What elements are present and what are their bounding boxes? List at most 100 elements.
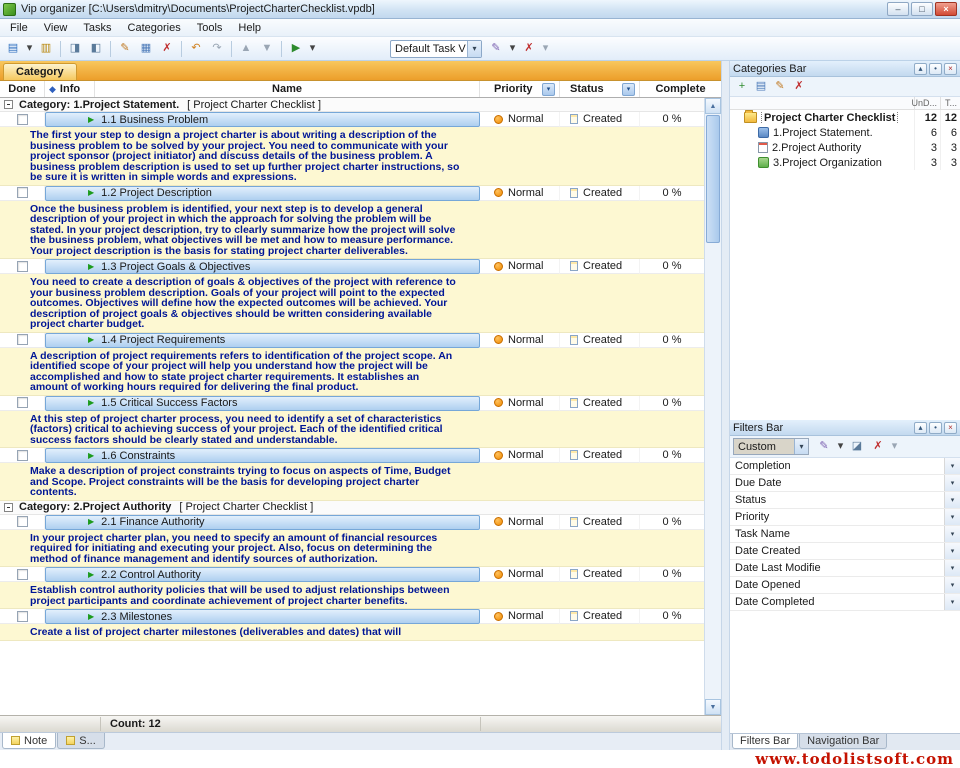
- tree-item[interactable]: 2.Project Authority 3 3: [730, 140, 960, 155]
- status-cell[interactable]: Created: [560, 515, 640, 530]
- pin-icon[interactable]: •: [929, 422, 942, 434]
- maximize-icon[interactable]: □: [911, 2, 933, 16]
- status-cell[interactable]: Created: [560, 396, 640, 411]
- task-checkbox[interactable]: [17, 516, 28, 527]
- task-name-bar[interactable]: ▶ 1.2 Project Description: [45, 186, 480, 201]
- filter-row-status[interactable]: Status ▾: [730, 492, 960, 509]
- filter-row-completion[interactable]: Completion ▾: [730, 458, 960, 475]
- category-group-row[interactable]: Category: 1.Project Statement. [ Project…: [0, 98, 704, 112]
- status-cell[interactable]: Created: [560, 259, 640, 274]
- task-checkbox[interactable]: [17, 611, 28, 622]
- filter-dropdown-icon[interactable]: ▾: [944, 475, 960, 491]
- collapse-icon[interactable]: ▴: [914, 63, 927, 75]
- filter-dropdown-icon[interactable]: ▾: [944, 492, 960, 508]
- scrollbar-thumb[interactable]: [706, 115, 720, 243]
- task-row[interactable]: ▶ 1.4 Project Requirements Normal Create…: [0, 333, 704, 348]
- clear-filter-icon[interactable]: ◪: [847, 437, 867, 456]
- panel-splitter[interactable]: [722, 61, 729, 750]
- status-cell[interactable]: Created: [560, 567, 640, 582]
- column-done[interactable]: Done: [0, 81, 45, 97]
- pin-icon[interactable]: •: [929, 63, 942, 75]
- status-cell[interactable]: Created: [560, 448, 640, 463]
- filter-dropdown-icon[interactable]: ▾: [944, 526, 960, 542]
- filter-row-date-completed[interactable]: Date Completed ▾: [730, 594, 960, 611]
- delete-filter-icon[interactable]: ✗: [868, 437, 888, 456]
- filter-dropdown-icon[interactable]: ▾: [944, 560, 960, 576]
- close-icon[interactable]: ×: [944, 63, 957, 75]
- new-task-dropdown-icon[interactable]: ▾: [24, 39, 35, 58]
- edit-filter-dropdown-icon[interactable]: ▾: [835, 437, 846, 456]
- task-name-bar[interactable]: ▶ 2.1 Finance Authority: [45, 515, 480, 530]
- task-checkbox[interactable]: [17, 397, 28, 408]
- print-preview-icon[interactable]: ◧: [86, 39, 106, 58]
- column-priority[interactable]: Priority▾: [480, 81, 560, 97]
- column-total[interactable]: T...: [940, 97, 960, 109]
- new-note-icon[interactable]: ▥: [36, 39, 56, 58]
- tab-navigation-bar[interactable]: Navigation Bar: [799, 734, 887, 749]
- column-name[interactable]: Name: [95, 81, 480, 97]
- task-name-bar[interactable]: ▶ 1.3 Project Goals & Objectives: [45, 259, 480, 274]
- task-row[interactable]: ▶ 2.3 Milestones Normal Created 0 %: [0, 609, 704, 624]
- filter-row-due-date[interactable]: Due Date ▾: [730, 475, 960, 492]
- filter-row-task-name[interactable]: Task Name ▾: [730, 526, 960, 543]
- status-cell[interactable]: Created: [560, 112, 640, 127]
- task-name-bar[interactable]: ▶ 2.3 Milestones: [45, 609, 480, 624]
- tab-category[interactable]: Category: [3, 63, 77, 80]
- filter-row-priority[interactable]: Priority ▾: [730, 509, 960, 526]
- filter-preset-dropdown-icon[interactable]: ▾: [794, 439, 808, 454]
- task-row[interactable]: ▶ 2.1 Finance Authority Normal Created 0…: [0, 515, 704, 530]
- task-name-bar[interactable]: ▶ 1.1 Business Problem: [45, 112, 480, 127]
- combo-dropdown-icon[interactable]: ▾: [467, 41, 481, 57]
- task-name-bar[interactable]: ▶ 1.6 Constraints: [45, 448, 480, 463]
- priority-cell[interactable]: Normal: [480, 515, 560, 530]
- tab-note[interactable]: Note: [2, 733, 56, 749]
- column-undone[interactable]: UnD...: [914, 97, 940, 109]
- filter-dropdown-icon[interactable]: ▾: [944, 458, 960, 474]
- tab-s[interactable]: S...: [57, 733, 105, 749]
- task-row[interactable]: ▶ 1.5 Critical Success Factors Normal Cr…: [0, 396, 704, 411]
- status-cell[interactable]: Created: [560, 609, 640, 624]
- collapse-group-icon[interactable]: [4, 100, 13, 109]
- priority-cell[interactable]: Normal: [480, 609, 560, 624]
- priority-cell[interactable]: Normal: [480, 186, 560, 201]
- task-row[interactable]: ▶ 1.3 Project Goals & Objectives Normal …: [0, 259, 704, 274]
- filter-dropdown-icon[interactable]: ▾: [944, 577, 960, 593]
- column-info[interactable]: ◆Info: [45, 81, 95, 97]
- scroll-down-button[interactable]: ▼: [705, 699, 721, 715]
- status-filter-dropdown-icon[interactable]: ▾: [622, 83, 635, 96]
- filter-dropdown-icon[interactable]: ▾: [944, 594, 960, 610]
- task-checkbox[interactable]: [17, 187, 28, 198]
- task-row[interactable]: ▶ 2.2 Control Authority Normal Created 0…: [0, 567, 704, 582]
- new-task-icon[interactable]: ▤: [3, 39, 23, 58]
- minimize-icon[interactable]: –: [887, 2, 909, 16]
- task-checkbox[interactable]: [17, 450, 28, 461]
- priority-cell[interactable]: Normal: [480, 259, 560, 274]
- menu-tasks[interactable]: Tasks: [75, 21, 119, 35]
- status-cell[interactable]: Created: [560, 333, 640, 348]
- task-row[interactable]: ▶ 1.2 Project Description Normal Created…: [0, 186, 704, 201]
- print-icon[interactable]: ◨: [65, 39, 85, 58]
- redo-icon[interactable]: ↷: [207, 39, 227, 58]
- menu-categories[interactable]: Categories: [120, 21, 189, 35]
- task-name-bar[interactable]: ▶ 1.4 Project Requirements: [45, 333, 480, 348]
- filter-dropdown-icon[interactable]: ▾: [944, 509, 960, 525]
- edit-category-icon[interactable]: ✎: [771, 78, 789, 95]
- tree-item[interactable]: Project Charter Checklist 12 12: [730, 110, 960, 125]
- menu-file[interactable]: File: [2, 21, 36, 35]
- scrollbar-track[interactable]: [705, 114, 721, 699]
- filters-more-dropdown-icon[interactable]: ▾: [889, 437, 900, 456]
- move-up-icon[interactable]: ▲: [236, 39, 256, 58]
- priority-cell[interactable]: Normal: [480, 567, 560, 582]
- task-checkbox[interactable]: [17, 569, 28, 580]
- task-type-combo[interactable]: Default Task V ▾: [390, 40, 482, 58]
- close-icon[interactable]: ×: [935, 2, 957, 16]
- filter-row-date-opened[interactable]: Date Opened ▾: [730, 577, 960, 594]
- filter-row-date-created[interactable]: Date Created ▾: [730, 543, 960, 560]
- edit-filter-icon[interactable]: ✎: [814, 437, 834, 456]
- task-template-dropdown-icon[interactable]: ▾: [507, 39, 518, 58]
- close-icon[interactable]: ×: [944, 422, 957, 434]
- task-checkbox[interactable]: [17, 114, 28, 125]
- menu-help[interactable]: Help: [230, 21, 269, 35]
- menu-tools[interactable]: Tools: [189, 21, 231, 35]
- more-options-dropdown-icon[interactable]: ▾: [540, 39, 551, 58]
